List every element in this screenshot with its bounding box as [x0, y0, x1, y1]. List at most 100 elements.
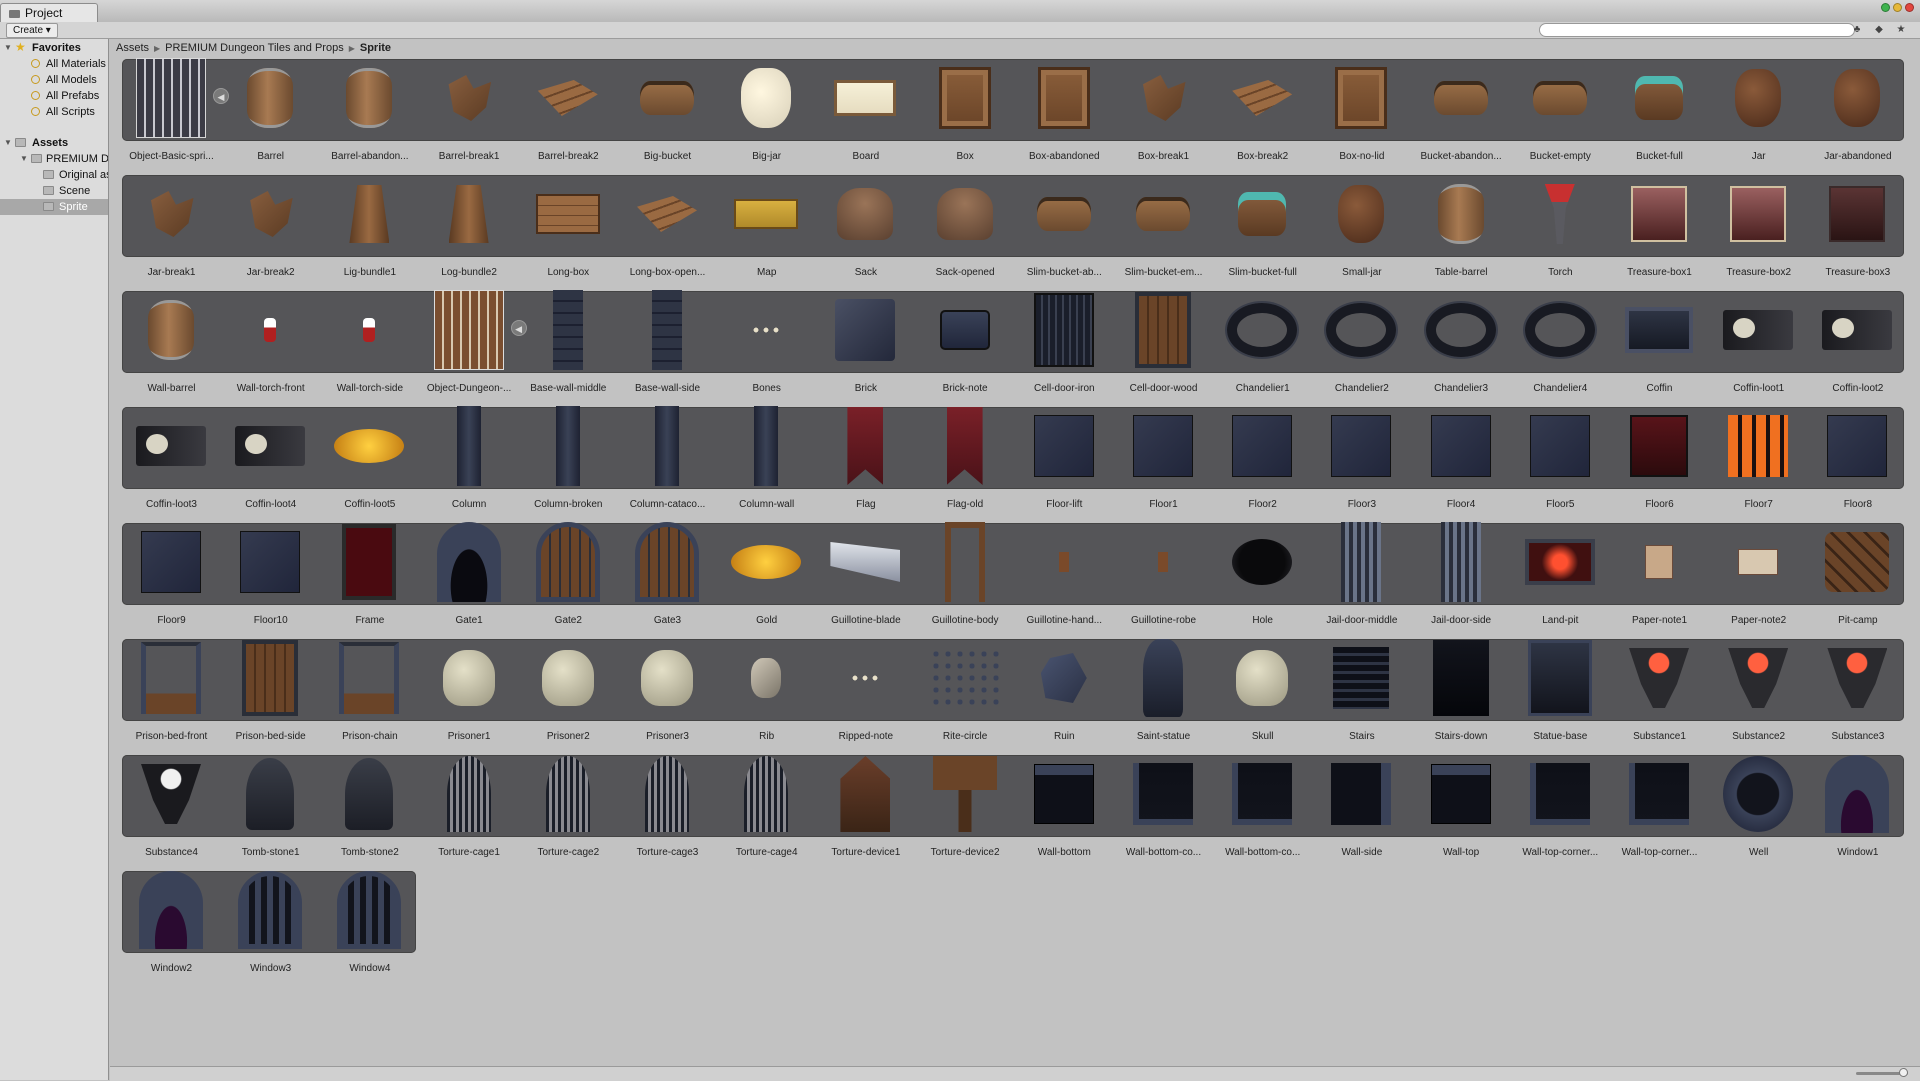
- asset-tile[interactable]: Land-pit: [1511, 522, 1610, 638]
- asset-tile[interactable]: Wall-bottom: [1015, 754, 1114, 870]
- maximize-icon[interactable]: [1881, 3, 1890, 12]
- asset-tile[interactable]: Base-wall-middle: [519, 290, 618, 406]
- close-icon[interactable]: [1905, 3, 1914, 12]
- asset-tile[interactable]: Floor9: [122, 522, 221, 638]
- asset-tile[interactable]: ◀ Object-Dungeon-...: [420, 290, 527, 406]
- expand-triangle-icon[interactable]: ▼: [4, 135, 12, 151]
- asset-tile[interactable]: Log-bundle2: [420, 174, 519, 290]
- asset-tile[interactable]: Wall-torch-front: [221, 290, 320, 406]
- asset-tile[interactable]: Map: [717, 174, 816, 290]
- asset-tile[interactable]: Box: [916, 58, 1015, 174]
- asset-tile[interactable]: Stairs: [1312, 638, 1411, 754]
- asset-tile[interactable]: Box-break1: [1114, 58, 1213, 174]
- asset-tile[interactable]: Coffin-loot2: [1808, 290, 1907, 406]
- folder-item[interactable]: Original assets: [0, 167, 108, 183]
- asset-tile[interactable]: Prisoner2: [519, 638, 618, 754]
- asset-tile[interactable]: Big-jar: [717, 58, 816, 174]
- asset-tile[interactable]: Pit-camp: [1808, 522, 1907, 638]
- asset-tile[interactable]: Prison-bed-front: [122, 638, 221, 754]
- asset-tile[interactable]: Board: [816, 58, 915, 174]
- asset-tile[interactable]: Substance1: [1610, 638, 1709, 754]
- asset-tile[interactable]: Torture-device2: [916, 754, 1015, 870]
- filter-by-type-icon[interactable]: ♣: [1849, 23, 1865, 36]
- asset-tile[interactable]: Column-broken: [519, 406, 618, 522]
- asset-tile[interactable]: Chandelier4: [1511, 290, 1610, 406]
- favorite-item[interactable]: All Prefabs: [0, 88, 108, 104]
- asset-tile[interactable]: Substance3: [1808, 638, 1907, 754]
- asset-tile[interactable]: Barrel-abandon...: [320, 58, 419, 174]
- asset-tile[interactable]: Floor2: [1213, 406, 1312, 522]
- breadcrumb-current[interactable]: Sprite: [360, 42, 391, 54]
- asset-tile[interactable]: Guillotine-blade: [816, 522, 915, 638]
- asset-tile[interactable]: Prisoner3: [618, 638, 717, 754]
- asset-tile[interactable]: Window3: [221, 870, 320, 986]
- asset-tile[interactable]: Coffin-loot5: [320, 406, 419, 522]
- asset-tile[interactable]: Long-box-open...: [618, 174, 717, 290]
- asset-tile[interactable]: Wall-torch-side: [320, 290, 419, 406]
- asset-tile[interactable]: Skull: [1213, 638, 1312, 754]
- asset-tile[interactable]: Jar-break1: [122, 174, 221, 290]
- asset-tile[interactable]: Gate2: [519, 522, 618, 638]
- asset-tile[interactable]: Wall-bottom-co...: [1213, 754, 1312, 870]
- zoom-slider-handle[interactable]: [1899, 1068, 1908, 1077]
- asset-tile[interactable]: Big-bucket: [618, 58, 717, 174]
- asset-tile[interactable]: Brick: [816, 290, 915, 406]
- asset-tile[interactable]: Treasure-box2: [1709, 174, 1808, 290]
- asset-tile[interactable]: Small-jar: [1312, 174, 1411, 290]
- asset-tile[interactable]: Torture-cage4: [717, 754, 816, 870]
- asset-tile[interactable]: Slim-bucket-full: [1213, 174, 1312, 290]
- asset-tile[interactable]: Floor3: [1312, 406, 1411, 522]
- asset-tile[interactable]: Substance2: [1709, 638, 1808, 754]
- asset-tile[interactable]: Rite-circle: [916, 638, 1015, 754]
- asset-tile[interactable]: Torture-cage1: [420, 754, 519, 870]
- asset-tile[interactable]: Column-cataco...: [618, 406, 717, 522]
- asset-tile[interactable]: Floor-lift: [1015, 406, 1114, 522]
- asset-tile[interactable]: Flag-old: [916, 406, 1015, 522]
- asset-tile[interactable]: Table-barrel: [1412, 174, 1511, 290]
- favorites-header[interactable]: ▼ ★ Favorites: [0, 40, 108, 56]
- asset-tile[interactable]: Wall-barrel: [122, 290, 221, 406]
- asset-tile[interactable]: Cell-door-iron: [1015, 290, 1114, 406]
- asset-tile[interactable]: Window2: [122, 870, 221, 986]
- asset-tile[interactable]: Coffin-loot1: [1709, 290, 1808, 406]
- asset-tile[interactable]: Tomb-stone2: [320, 754, 419, 870]
- asset-tile[interactable]: Floor6: [1610, 406, 1709, 522]
- asset-tile[interactable]: Floor1: [1114, 406, 1213, 522]
- asset-tile[interactable]: Floor10: [221, 522, 320, 638]
- asset-tile[interactable]: Treasure-box1: [1610, 174, 1709, 290]
- asset-tile[interactable]: Coffin-loot4: [221, 406, 320, 522]
- favorite-item[interactable]: All Models: [0, 72, 108, 88]
- asset-tile[interactable]: Substance4: [122, 754, 221, 870]
- assets-header[interactable]: ▼ Assets: [0, 135, 108, 151]
- asset-tile[interactable]: Column-wall: [717, 406, 816, 522]
- asset-tile[interactable]: Long-box: [519, 174, 618, 290]
- asset-tile[interactable]: Hole: [1213, 522, 1312, 638]
- create-button[interactable]: Create ▾: [6, 23, 58, 38]
- asset-tile[interactable]: Well: [1709, 754, 1808, 870]
- asset-tile[interactable]: Window4: [320, 870, 419, 986]
- asset-tile[interactable]: Barrel-break2: [519, 58, 618, 174]
- asset-tile[interactable]: Slim-bucket-ab...: [1015, 174, 1114, 290]
- save-search-star-icon[interactable]: ★: [1893, 23, 1909, 36]
- project-tab[interactable]: Project: [0, 3, 98, 22]
- asset-tile[interactable]: Prison-bed-side: [221, 638, 320, 754]
- minimize-icon[interactable]: [1893, 3, 1902, 12]
- filter-by-label-icon[interactable]: ◆: [1871, 23, 1887, 36]
- asset-tile[interactable]: Gold: [717, 522, 816, 638]
- asset-tile[interactable]: Wall-top-corner...: [1610, 754, 1709, 870]
- asset-tile[interactable]: Flag: [816, 406, 915, 522]
- asset-tile[interactable]: Floor4: [1412, 406, 1511, 522]
- asset-tile[interactable]: Guillotine-robe: [1114, 522, 1213, 638]
- asset-tile[interactable]: Coffin-loot3: [122, 406, 221, 522]
- asset-tile[interactable]: Gate3: [618, 522, 717, 638]
- asset-tile[interactable]: Tomb-stone1: [221, 754, 320, 870]
- asset-tile[interactable]: Torture-device1: [816, 754, 915, 870]
- asset-tile[interactable]: Frame: [320, 522, 419, 638]
- asset-tile[interactable]: Paper-note1: [1610, 522, 1709, 638]
- folder-item[interactable]: Scene: [0, 183, 108, 199]
- asset-tile[interactable]: Torture-cage2: [519, 754, 618, 870]
- asset-tile[interactable]: Window1: [1808, 754, 1907, 870]
- asset-tile[interactable]: Sack-opened: [916, 174, 1015, 290]
- asset-tile[interactable]: Bones: [717, 290, 816, 406]
- asset-tile[interactable]: Floor7: [1709, 406, 1808, 522]
